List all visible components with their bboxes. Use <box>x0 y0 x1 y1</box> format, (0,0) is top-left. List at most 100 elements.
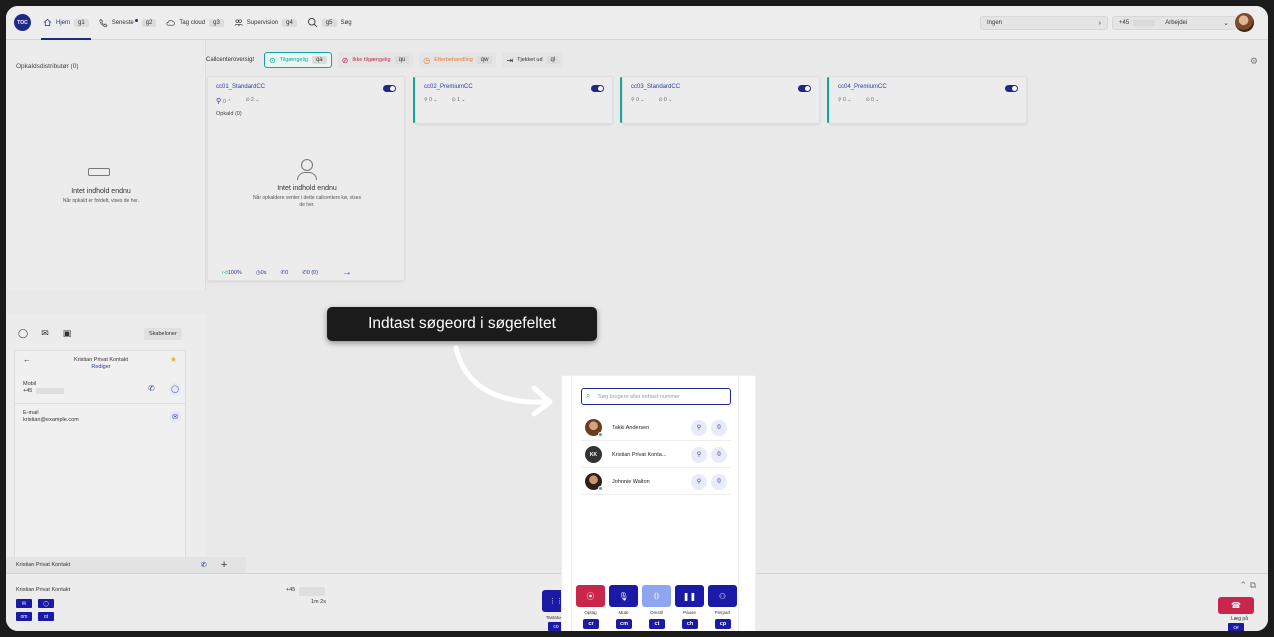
nav-recent[interactable]: Seneste g2 <box>99 6 157 40</box>
chat-icon[interactable]: ◯ <box>16 326 30 340</box>
status-unavailable-key: qu <box>394 56 410 64</box>
transfer-button[interactable]: ⦅⦆ <box>642 585 671 607</box>
card-toggle[interactable] <box>798 85 811 92</box>
answer-rate: 👍︎100% <box>222 270 242 276</box>
answer-rate-value: 100% <box>227 269 242 276</box>
waiting-value: 1 <box>457 97 460 103</box>
mail-button[interactable]: ✉ <box>16 599 32 608</box>
user-avatar[interactable] <box>1235 13 1254 32</box>
record-label: Optag <box>584 610 597 615</box>
calls-label: Opkald (0) <box>216 111 242 117</box>
cloud-icon <box>166 20 176 26</box>
card-stats: ⚲ 0 ⌄ ⊙ 0 ⌄ <box>631 97 672 103</box>
divider <box>15 403 185 404</box>
connect-icon[interactable]: ⦅⦆ <box>711 446 727 463</box>
search-icon <box>307 17 318 28</box>
email-value[interactable]: kristian@example.com <box>23 417 79 423</box>
agents-value: 0 <box>223 99 226 105</box>
chevron-down-icon: ⌄ <box>1223 20 1229 27</box>
connect-icon[interactable]: ⦅⦆ <box>711 419 727 436</box>
nav-home-key: g1 <box>74 18 89 27</box>
call-tab[interactable]: Kristian Privat Kontakt <box>16 562 201 568</box>
card-accent <box>620 77 622 123</box>
redacted-number <box>299 587 326 596</box>
record-key: cr <box>583 619 599 629</box>
status-unavailable[interactable]: ⊘ Ikke tilgængelig qu <box>337 52 414 68</box>
add-tab-icon[interactable]: + <box>221 559 227 571</box>
conference-button[interactable]: ⚇ <box>708 585 737 607</box>
sms-icon[interactable]: ▣ <box>60 326 74 340</box>
search-input[interactable]: ⌕ Søg brugere eller indtast nummer <box>581 388 731 405</box>
queue-select[interactable]: Ingen › <box>980 16 1108 30</box>
caller-number-prefix: +45 <box>286 587 296 593</box>
contact-toolbar: ◯ ✉ ▣ <box>16 326 74 340</box>
contact-name: Kristian Privat Kontakt <box>73 357 129 363</box>
status-unavailable-label: Ikke tilgængelig <box>352 57 391 63</box>
nav-search-key: g5 <box>321 18 337 27</box>
templates-button[interactable]: Skabeloner <box>144 328 182 340</box>
result-row[interactable]: Takki Andersen ⚲ ⦅⦆ <box>581 415 731 441</box>
callcenter-card-1[interactable]: cc01_StandardCC ⚲ 0 ⌃ ⊙ 2 ⌄ Opkald (0) I… <box>207 76 405 281</box>
transfer-icon[interactable]: ⚲ <box>691 473 707 490</box>
logo[interactable]: TOC <box>14 14 31 31</box>
card-name: cc03_StandardCC <box>631 84 681 90</box>
mobile-value: +45 <box>23 388 65 394</box>
contact-panel: ◯ ✉ ▣ Skabeloner ← Kristian Privat Konta… <box>6 314 206 580</box>
nav-tagcloud[interactable]: Tag cloud g3 <box>166 6 224 40</box>
settings-icon[interactable]: ⚙ <box>1250 56 1258 67</box>
mute-button[interactable]: 🎙︎ <box>609 585 638 607</box>
nav-supervision[interactable]: Supervision g4 <box>234 6 297 40</box>
result-row[interactable]: KK Kristian Privat Konta... ⚲ ⦅⦆ <box>581 442 731 468</box>
status-available[interactable]: ⊙ Tilgængelig qa <box>264 52 332 68</box>
mail-icon[interactable]: ✉ <box>38 326 52 340</box>
callcenter-card-2[interactable]: cc02_PremiumCC ⚲ 0 ⌄ ⊙ 1 ⌄ <box>413 76 613 124</box>
chat-contact-icon[interactable]: ◯ <box>169 383 181 395</box>
nav-tagcloud-key: g3 <box>209 18 224 27</box>
mute-label: Mute <box>618 610 629 615</box>
chat-button[interactable]: ◯ <box>38 599 54 608</box>
card-stats: ⚲ 0 ⌃ ⊙ 2 ⌄ <box>216 97 259 105</box>
phone-icon <box>99 18 108 27</box>
mute-key: cm <box>616 619 632 629</box>
card-toggle[interactable] <box>591 85 604 92</box>
result-row[interactable]: Johnnie Walton ⚲ ⦅⦆ <box>581 469 731 495</box>
pause-button[interactable]: ❚❚ <box>675 585 704 607</box>
callcenter-card-4[interactable]: cc04_PremiumCC ⚲ 0 ⌄ ⊙ 0 ⌄ <box>827 76 1027 124</box>
transfer-icon[interactable]: ⚲ <box>691 446 707 463</box>
conference-label: Flerpart <box>714 610 731 615</box>
contact-card: ← Kristian Privat Kontakt Rediger ★ Mobi… <box>14 350 186 580</box>
edit-link[interactable]: Rediger <box>15 364 187 370</box>
waiting-value: 2 <box>251 97 254 103</box>
hangup-key: ce <box>1228 623 1244 631</box>
card-stats: ⚲ 0 ⌄ ⊙ 1 ⌄ <box>424 97 465 103</box>
pause-label: Pause <box>683 610 696 615</box>
status-select[interactable]: +45 Arbejdei ⌄ <box>1112 16 1236 30</box>
status-wrapup[interactable]: ◷ Efterbehandling qw <box>419 52 497 68</box>
card-toggle[interactable] <box>1005 85 1018 92</box>
agents-count: ⚲ 0 ⌄ <box>631 97 645 103</box>
arrow-right-icon[interactable]: → <box>342 267 352 278</box>
expand-icon[interactable]: ⌃ ⧉ <box>1240 580 1256 591</box>
hangup-button[interactable]: ☎ <box>1218 597 1254 614</box>
nav-supervision-key: g4 <box>282 18 297 27</box>
status-checkedout-key: ql <box>546 56 560 64</box>
mail-contact-icon[interactable]: ✉ <box>169 411 181 423</box>
transfer-icon[interactable]: ⚲ <box>691 419 707 436</box>
status-checkedout[interactable]: ⇥ Tjekket ud ql <box>502 52 564 68</box>
nav-home[interactable]: Hjem g1 <box>41 6 91 40</box>
connect-icon[interactable]: ⦅⦆ <box>711 473 727 490</box>
redacted-number <box>1133 20 1156 26</box>
callcenter-card-3[interactable]: cc03_StandardCC ⚲ 0 ⌄ ⊙ 0 ⌄ <box>620 76 820 124</box>
search-placeholder: Søg brugere eller indtast nummer <box>598 393 680 400</box>
record-button[interactable]: ⦿ <box>576 585 605 607</box>
result-name: Takki Andersen <box>612 424 650 431</box>
conference-key: cp <box>715 619 731 629</box>
status-wrapup-key: qw <box>476 56 493 64</box>
star-icon[interactable]: ★ <box>170 355 177 364</box>
wait-time: ◷0s <box>256 270 267 276</box>
card-name: cc04_PremiumCC <box>838 84 887 90</box>
nav-search[interactable]: g5 Søg <box>307 6 352 40</box>
card-footer: 👍︎100% ◷0s ✆0 ✆0 (0) → <box>222 267 352 278</box>
card-toggle[interactable] <box>383 85 396 92</box>
call-contact-icon[interactable]: ✆ <box>148 384 155 393</box>
